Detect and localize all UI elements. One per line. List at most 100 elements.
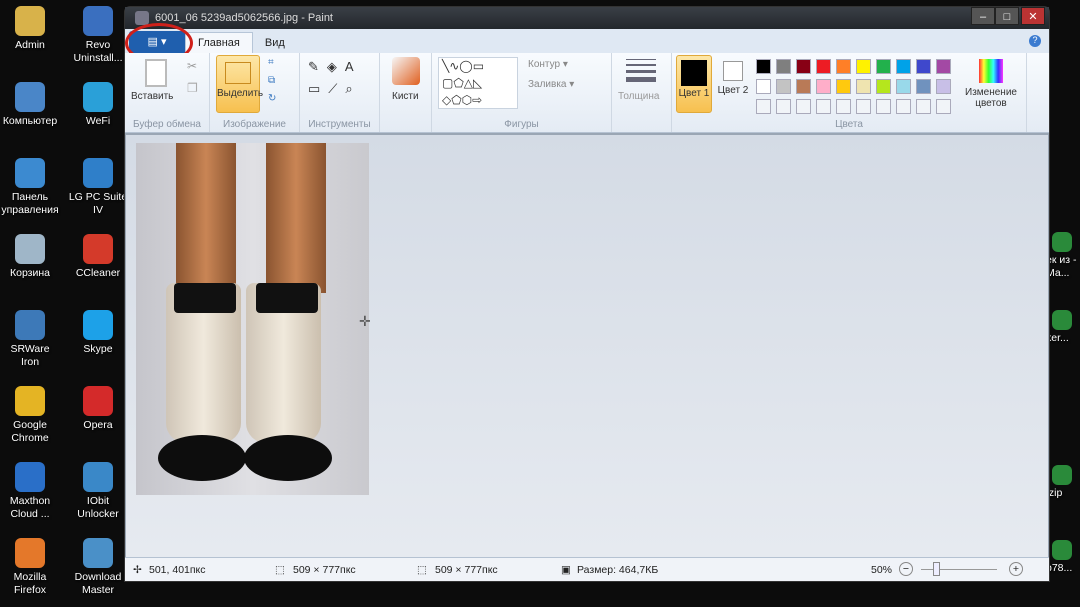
fill-dropdown[interactable]: Заливка ▾ [528, 79, 574, 90]
desktop-icon[interactable]: Google Chrome [0, 386, 60, 445]
color2-button[interactable]: Цвет 2 [716, 55, 750, 96]
desktop-app-icon [83, 234, 113, 264]
color-swatch[interactable] [916, 79, 931, 94]
color-swatch[interactable] [816, 99, 831, 114]
help-icon[interactable]: ? [1029, 35, 1041, 47]
desktop-app-icon [15, 6, 45, 36]
color-swatch[interactable] [936, 99, 951, 114]
tools-group: ✎◈A ▭⟋⌕ Инструменты [300, 53, 380, 132]
cut-icon[interactable]: ✂ [187, 59, 197, 73]
color-swatch[interactable] [916, 99, 931, 114]
size-button[interactable]: Толщина [618, 91, 659, 102]
desktop-icon[interactable]: SRWare Iron [0, 310, 60, 369]
color-swatch[interactable] [856, 59, 871, 74]
pencil-fill-text-icons[interactable]: ✎◈A [308, 59, 362, 75]
desktop-icon[interactable]: Admin [0, 6, 60, 52]
desktop-icon[interactable]: Revo Uninstall... [68, 6, 128, 65]
color-swatch[interactable] [756, 99, 771, 114]
color-swatch[interactable] [856, 79, 871, 94]
color1-button[interactable]: Цвет 1 [676, 55, 712, 113]
desktop-icon[interactable]: Корзина [0, 234, 60, 280]
close-button[interactable]: ✕ [1021, 7, 1045, 25]
zoom-in-button[interactable]: + [1009, 562, 1023, 576]
color-swatch[interactable] [876, 79, 891, 94]
title-bar: 6001_06 5239ad5062566.jpg - Paint – □ ✕ [125, 7, 1049, 29]
maximize-button[interactable]: □ [995, 7, 1019, 25]
color-swatch[interactable] [816, 59, 831, 74]
outline-dropdown[interactable]: Контур ▾ [528, 59, 568, 70]
minimize-button[interactable]: – [971, 7, 995, 25]
color-swatch[interactable] [876, 99, 891, 114]
color-swatch[interactable] [836, 59, 851, 74]
color-swatch[interactable] [796, 99, 811, 114]
resize-icon[interactable]: ⧉ [268, 75, 275, 86]
desktop-icon[interactable]: Maxthon Cloud ... [0, 462, 60, 521]
edit-colors-button[interactable]: Изменение цветов [958, 55, 1024, 109]
desktop-app-icon [15, 386, 45, 416]
color-swatch[interactable] [916, 59, 931, 74]
desktop-icon[interactable]: IObit Unlocker [68, 462, 128, 521]
desktop-icon[interactable]: Панель управления [0, 158, 60, 217]
color-swatch[interactable] [936, 59, 951, 74]
size-group: Толщина [612, 53, 672, 132]
ribbon-tabs: ▤ ▾ Главная Вид ? [125, 23, 1049, 63]
image-canvas[interactable] [136, 143, 369, 495]
color-swatch[interactable] [936, 79, 951, 94]
tab-view[interactable]: Вид [253, 33, 297, 53]
paste-button[interactable]: Вставить [131, 91, 173, 102]
color-swatch[interactable] [816, 79, 831, 94]
copy-icon[interactable]: ❐ [187, 81, 198, 95]
color-swatch[interactable] [836, 99, 851, 114]
color-swatch[interactable] [856, 99, 871, 114]
color-swatch[interactable] [796, 59, 811, 74]
desktop-icon[interactable]: ker... [1046, 310, 1080, 345]
rotate-icon[interactable]: ↻ [268, 93, 276, 104]
tab-home[interactable]: Главная [185, 32, 253, 53]
zoom-out-button[interactable]: − [899, 562, 913, 576]
desktop-icon[interactable]: CCleaner [68, 234, 128, 280]
eraser-picker-magnifier-icons[interactable]: ▭⟋⌕ [308, 81, 361, 97]
desktop-icon[interactable]: LG PC Suite IV [68, 158, 128, 217]
desktop-app-icon [15, 82, 45, 112]
desktop-icon[interactable]: Opera [68, 386, 128, 432]
desktop-icon[interactable]: Download Master [68, 538, 128, 597]
color-swatch[interactable] [756, 59, 771, 74]
color-swatch[interactable] [876, 59, 891, 74]
color-swatch[interactable] [836, 79, 851, 94]
select-label: Выделить [217, 88, 264, 99]
brushes-button[interactable]: Кисти [392, 91, 419, 102]
color-swatch[interactable] [756, 79, 771, 94]
desktop-app-icon [15, 310, 45, 340]
file-size: Размер: 464,7КБ [577, 564, 659, 576]
desktop-icon[interactable]: Mozilla Firefox [0, 538, 60, 597]
canvas-area[interactable]: ✛ [126, 135, 1048, 557]
color-swatch[interactable] [776, 79, 791, 94]
crop-icon[interactable]: ⌗ [268, 57, 274, 68]
colors-group: Цвет 1 Цвет 2 Изменение цветов Цвета [672, 53, 1027, 132]
color-swatch[interactable] [896, 79, 911, 94]
desktop-icon[interactable]: Компьютер [0, 82, 60, 128]
color-swatch[interactable] [896, 99, 911, 114]
color-swatch[interactable] [776, 99, 791, 114]
color2-swatch [723, 61, 743, 81]
desktop-icon[interactable]: b78... [1046, 540, 1080, 575]
desktop-icon[interactable]: ек из - Ма... [1046, 232, 1080, 280]
color-swatch[interactable] [796, 79, 811, 94]
desktop-icon-label: Download Master [74, 571, 122, 596]
select-button[interactable]: Выделить [216, 55, 264, 113]
desktop-icon[interactable]: .zip [1046, 465, 1080, 500]
desktop-icon[interactable]: Skype [68, 310, 128, 356]
zoom-slider-thumb[interactable] [932, 562, 940, 576]
color1-swatch [681, 60, 707, 86]
desktop-icon[interactable]: WeFi [68, 82, 128, 128]
photo-leg-left [176, 143, 236, 293]
shapes-gallery[interactable]: ╲∿◯▭ ▢⬠△◺ ◇⬠⬡⇨ [438, 57, 518, 109]
desktop-app-icon [83, 462, 113, 492]
color-swatch[interactable] [776, 59, 791, 74]
color-swatch[interactable] [896, 59, 911, 74]
desktop-icon-label: Google Chrome [11, 419, 49, 444]
desktop-app-icon [1052, 465, 1072, 485]
window-title: 6001_06 5239ad5062566.jpg - Paint [155, 12, 333, 24]
color2-label: Цвет 2 [717, 85, 749, 96]
quick-access-toolbar[interactable] [135, 11, 149, 25]
